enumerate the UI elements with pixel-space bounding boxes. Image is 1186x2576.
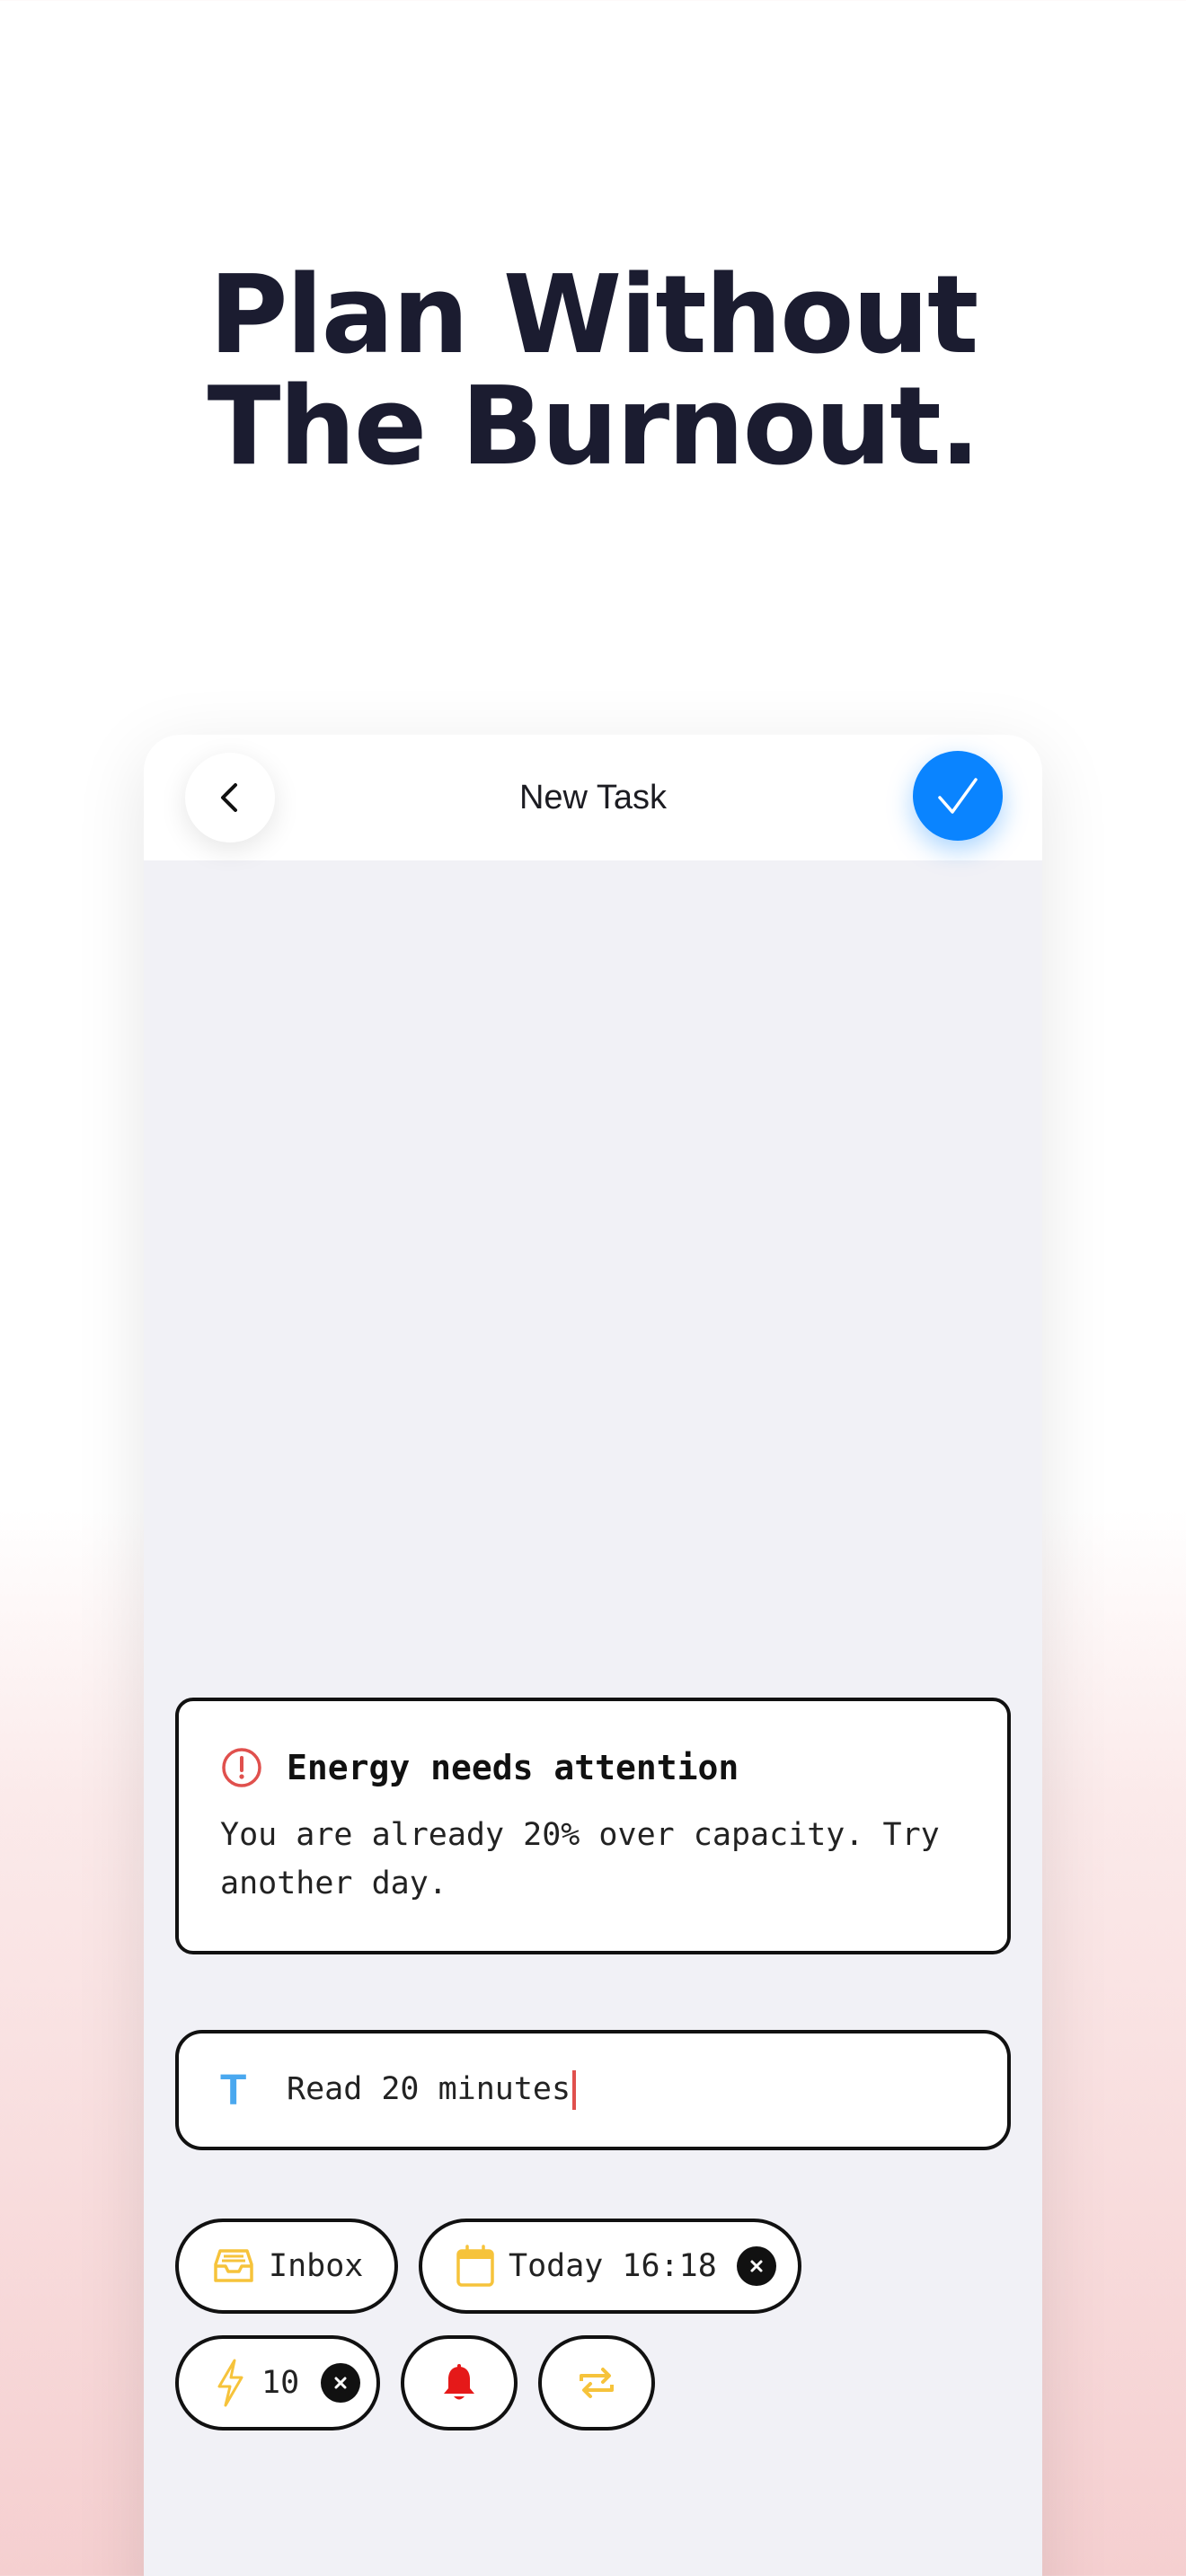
clear-energy-button[interactable] [321, 2363, 361, 2403]
calendar-icon [456, 2245, 494, 2287]
energy-chip-label: 10 [261, 2365, 300, 2401]
close-icon [334, 2377, 347, 2389]
checkmark-icon [938, 778, 978, 814]
close-icon [750, 2260, 763, 2272]
warning-title: Energy needs attention [287, 1748, 739, 1787]
inbox-tray-icon [214, 2249, 253, 2282]
alert-circle-icon [222, 1748, 261, 1787]
chevron-left-icon [221, 783, 237, 812]
headline: Plan Without The Burnout. [0, 260, 1186, 483]
text-icon: T [220, 2066, 247, 2114]
date-chip-label: Today 16:18 [509, 2248, 717, 2284]
energy-warning-card: Energy needs attention You are already 2… [175, 1698, 1011, 1954]
lightning-icon [217, 2359, 243, 2407]
date-chip[interactable]: Today 16:18 [419, 2219, 801, 2314]
energy-chip[interactable]: 10 [175, 2335, 380, 2430]
warning-header: Energy needs attention [220, 1746, 739, 1789]
list-chip[interactable]: Inbox [175, 2219, 398, 2314]
task-title-value: Read 20 minutes [287, 2071, 571, 2107]
bell-icon [444, 2364, 474, 2400]
repeat-icon [580, 2368, 614, 2398]
new-task-screen: New Task Energy needs attention You are … [144, 735, 1042, 2576]
task-title-text[interactable]: Read 20 minutes [287, 2070, 577, 2110]
back-button[interactable] [185, 753, 275, 842]
list-chip-label: Inbox [269, 2248, 364, 2284]
clear-date-button[interactable] [736, 2246, 776, 2286]
task-title-input[interactable]: T Read 20 minutes [175, 2030, 1011, 2150]
headline-line-1: Plan Without [208, 253, 979, 378]
nav-title: New Task [518, 779, 668, 816]
confirm-button[interactable] [913, 751, 1003, 841]
reminder-chip[interactable] [401, 2335, 518, 2430]
nav-bar: New Task [144, 735, 1042, 860]
repeat-chip[interactable] [538, 2335, 655, 2430]
text-caret [572, 2070, 577, 2110]
headline-line-2: The Burnout. [207, 365, 981, 490]
warning-message: You are already 20% over capacity. Try a… [220, 1817, 940, 1901]
